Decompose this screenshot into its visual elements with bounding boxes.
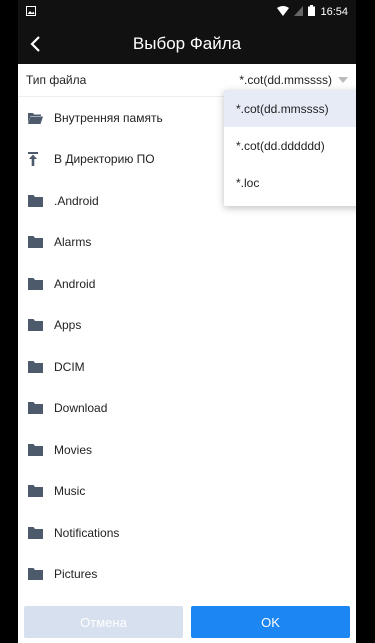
battery-icon xyxy=(308,5,316,19)
list-item-label: .Android xyxy=(54,193,99,208)
ok-button[interactable]: OK xyxy=(191,606,350,638)
title-bar: Выбор Файла xyxy=(18,24,356,64)
status-right: 16:54 xyxy=(277,5,348,19)
back-button[interactable] xyxy=(24,32,48,56)
dropdown-option-label: *.loc xyxy=(236,175,260,190)
list-item-label: Download xyxy=(54,401,108,416)
filetype-dropdown-menu: *.cot(dd.mmssss) *.cot(dd.dddddd) *.loc xyxy=(224,90,356,206)
status-time: 16:54 xyxy=(320,6,348,18)
phone-screen: 16:54 Выбор Файла Тип файла *.cot(dd.mms… xyxy=(18,0,356,643)
list-item-folder[interactable]: Android xyxy=(18,263,356,305)
folder-icon xyxy=(28,277,44,291)
folder-icon xyxy=(28,567,44,581)
signal-icon xyxy=(294,5,304,19)
dropdown-option-selected[interactable]: *.cot(dd.mmssss) xyxy=(224,90,356,127)
list-item-label: Pictures xyxy=(54,567,98,582)
dropdown-option-label: *.cot(dd.dddddd) xyxy=(236,138,325,153)
list-item-folder[interactable]: Apps xyxy=(18,305,356,347)
filetype-value: *.cot(dd.mmssss) xyxy=(239,73,332,87)
dropdown-option[interactable]: *.loc xyxy=(224,164,356,201)
status-bar: 16:54 xyxy=(18,0,356,24)
list-item-folder[interactable]: Download xyxy=(18,388,356,430)
folder-open-icon xyxy=(28,111,44,125)
folder-icon xyxy=(28,526,44,540)
list-item-label: Music xyxy=(54,484,86,499)
dropdown-option-label: *.cot(dd.mmssss) xyxy=(236,101,329,116)
folder-icon xyxy=(28,318,44,332)
filetype-label: Тип файла xyxy=(26,73,87,87)
upload-arrow-icon xyxy=(28,152,44,167)
list-item-label: Внутренняя память xyxy=(54,110,163,125)
list-item-folder[interactable]: Music xyxy=(18,471,356,513)
filetype-select[interactable]: *.cot(dd.mmssss) xyxy=(239,73,348,87)
folder-icon xyxy=(28,235,44,249)
dropdown-arrow-icon xyxy=(338,77,348,83)
list-item-label: Movies xyxy=(54,442,93,457)
list-item-label: В Директорию ПО xyxy=(54,152,155,167)
folder-icon xyxy=(28,194,44,208)
list-item-label: Alarms xyxy=(54,235,92,250)
list-item-folder[interactable]: Alarms xyxy=(18,222,356,264)
folder-icon xyxy=(28,443,44,457)
dropdown-option[interactable]: *.cot(dd.dddddd) xyxy=(224,127,356,164)
list-item-folder[interactable]: Movies xyxy=(18,429,356,471)
list-item-label: Notifications xyxy=(54,525,120,540)
page-title: Выбор Файла xyxy=(132,34,242,53)
folder-icon xyxy=(28,401,44,415)
list-item-label: DCIM xyxy=(54,359,85,374)
wifi-icon xyxy=(277,5,290,19)
list-item-folder[interactable]: Pictures xyxy=(18,554,356,596)
cancel-button[interactable]: Отмена xyxy=(24,606,183,638)
folder-icon xyxy=(28,360,44,374)
back-arrow-icon xyxy=(30,36,40,52)
list-item-folder[interactable]: Notifications xyxy=(18,512,356,554)
footer-bar: Отмена OK xyxy=(18,601,356,643)
folder-icon xyxy=(28,484,44,498)
list-item-label: Android xyxy=(54,276,96,291)
list-item-folder[interactable]: DCIM xyxy=(18,346,356,388)
gallery-notification-icon xyxy=(26,5,36,19)
list-item-label: Apps xyxy=(54,318,82,333)
